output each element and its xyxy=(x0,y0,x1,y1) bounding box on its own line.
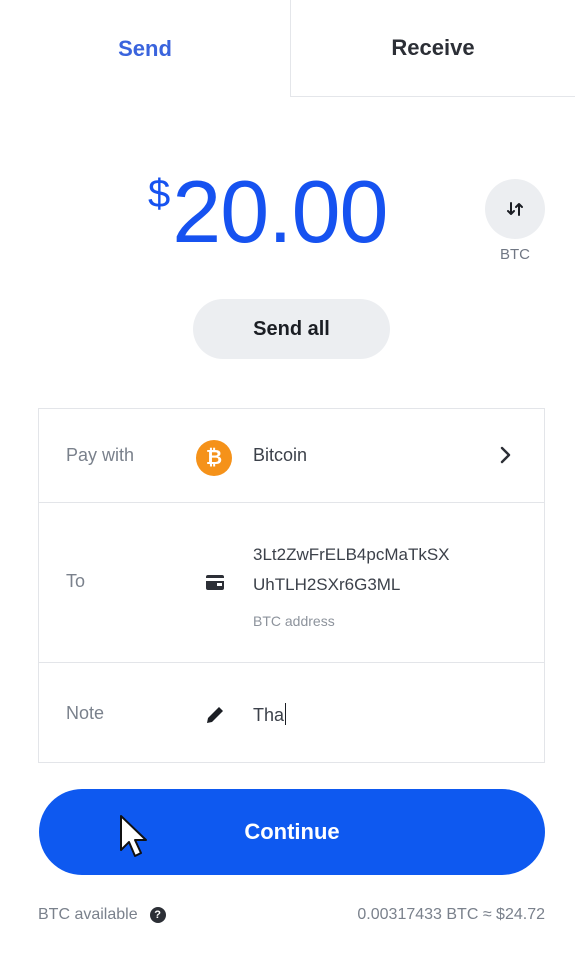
currency-symbol: $ xyxy=(148,172,171,216)
wallet-icon xyxy=(206,575,224,590)
tab-send[interactable]: Send xyxy=(0,0,290,98)
address-line-2: UhTLH2SXr6G3ML xyxy=(253,575,401,594)
pencil-icon xyxy=(207,707,223,723)
note-text: Tha xyxy=(253,705,285,725)
mouse-cursor-icon xyxy=(120,815,147,857)
pay-with-asset: Bitcoin xyxy=(253,445,308,465)
amount-display[interactable]: $ 20.00 xyxy=(148,162,388,261)
to-label: To xyxy=(66,571,86,591)
text-caret xyxy=(285,703,287,725)
currency-toggle-label: BTC xyxy=(500,246,530,263)
bitcoin-icon: ₿ xyxy=(196,440,232,476)
chevron-right-icon xyxy=(494,441,518,469)
note-row[interactable]: Note Tha xyxy=(39,663,544,763)
btc-available-label: BTC available xyxy=(38,906,138,923)
address-line-1: 3Lt2ZwFrELB4pcMaTkSX xyxy=(253,545,450,564)
pay-with-label: Pay with xyxy=(66,445,135,465)
help-icon[interactable]: ? xyxy=(149,907,166,923)
btc-balance: 0.00317433 BTC ≈ $24.72 xyxy=(357,906,545,923)
swap-arrows-icon xyxy=(507,202,523,216)
tab-bar: Send Receive xyxy=(0,0,575,98)
btc-available: BTC available ? xyxy=(38,906,166,924)
continue-button[interactable]: Continue xyxy=(39,789,545,875)
amount-value: 20.00 xyxy=(172,162,388,261)
send-form-card: Pay with ₿ Bitcoin To 3Lt2ZwFrELB4pcMaTk… xyxy=(38,408,545,763)
tab-receive[interactable]: Receive xyxy=(290,0,575,97)
pay-with-row[interactable]: Pay with ₿ Bitcoin xyxy=(39,409,544,503)
note-label: Note xyxy=(66,703,105,723)
note-input[interactable]: Tha xyxy=(253,703,287,726)
to-row[interactable]: To 3Lt2ZwFrELB4pcMaTkSX UhTLH2SXr6G3ML B… xyxy=(39,503,544,663)
recipient-address: 3Lt2ZwFrELB4pcMaTkSX UhTLH2SXr6G3ML xyxy=(253,540,523,600)
address-type-label: BTC address xyxy=(253,613,335,629)
currency-swap-button[interactable] xyxy=(485,179,545,239)
send-all-button[interactable]: Send all xyxy=(193,299,390,359)
